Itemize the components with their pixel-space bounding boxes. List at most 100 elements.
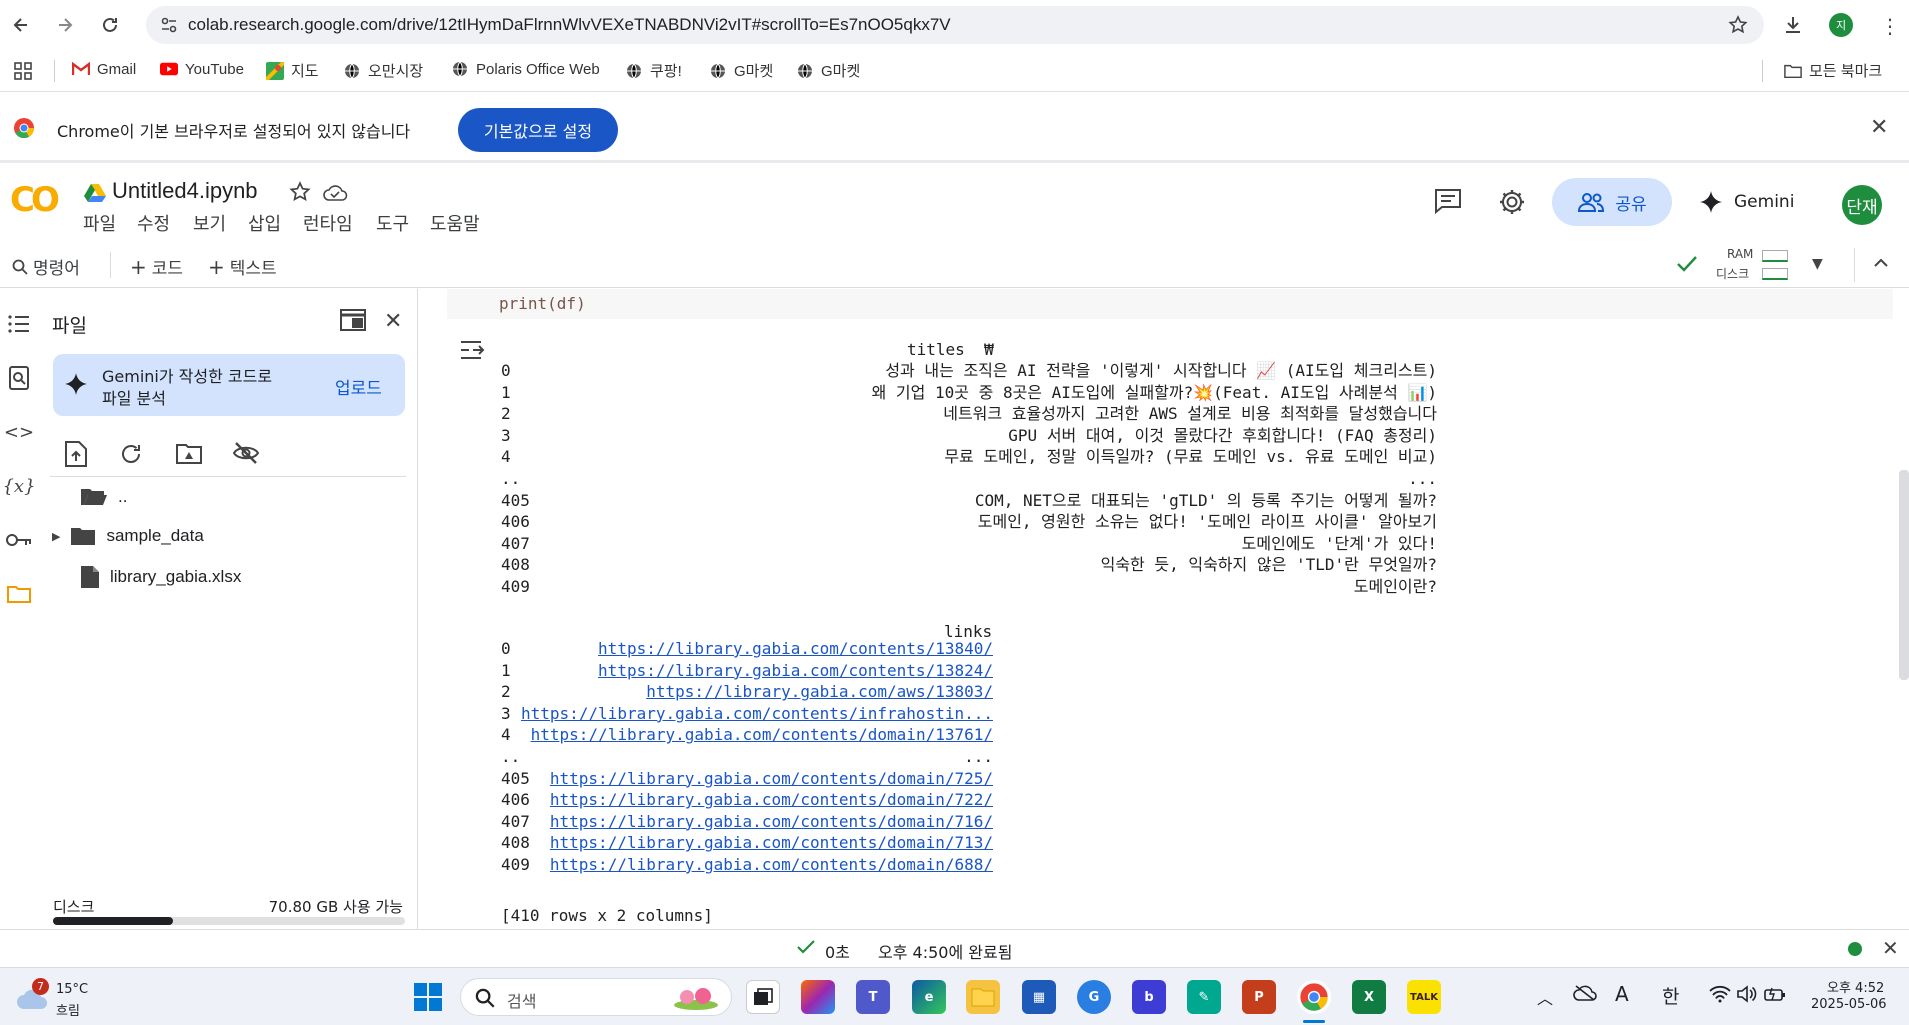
add-text-button[interactable]: + 텍스트	[208, 254, 277, 280]
output-link[interactable]: https://library.gabia.com/contents/domai…	[531, 724, 993, 746]
tray-chevron-icon[interactable]: ︿	[1537, 985, 1553, 1009]
find-icon[interactable]	[6, 365, 32, 391]
command-palette-button[interactable]: 명령어	[12, 254, 80, 279]
resource-monitor[interactable]: RAM 디스크	[1712, 246, 1802, 284]
secrets-key-icon[interactable]	[6, 527, 32, 553]
menu-view[interactable]: 보기	[193, 210, 226, 236]
notebook-title[interactable]: Untitled4.ipynb	[112, 178, 258, 204]
add-code-button[interactable]: + 코드	[130, 254, 183, 280]
download-icon[interactable]	[1782, 14, 1804, 36]
expand-arrow-icon[interactable]: ▶	[52, 530, 60, 543]
close-panel-icon[interactable]: ✕	[384, 309, 402, 334]
upload-file-icon[interactable]	[64, 441, 88, 467]
bookmark-maps[interactable]: 지도	[266, 60, 319, 81]
gemini-analyze-card[interactable]: Gemini가 작성한 코드로 파일 분석 업로드	[53, 354, 405, 416]
back-icon[interactable]	[6, 10, 36, 40]
taskbar-search-box[interactable]: 검색	[460, 978, 732, 1016]
code-cell[interactable]: print(df)	[447, 289, 1893, 319]
output-link[interactable]: https://library.gabia.com/contents/domai…	[550, 789, 993, 811]
file-explorer-icon[interactable]	[966, 980, 1000, 1014]
colab-logo[interactable]: CO	[10, 180, 60, 220]
output-menu-icon[interactable]	[459, 339, 485, 361]
output-link[interactable]: https://library.gabia.com/aws/13803/	[646, 681, 993, 703]
gemini-button[interactable]: Gemini	[1700, 178, 1820, 226]
ime-mode-a[interactable]: A	[1615, 982, 1629, 1006]
notebook-main[interactable]: print(df) titles ₩ 0 성과 내는 조직은 AI 전략을 '이렇…	[419, 289, 1909, 929]
forward-icon[interactable]	[50, 10, 80, 40]
upload-link[interactable]: 업로드	[335, 374, 382, 399]
set-default-button[interactable]: 기본값으로 설정	[458, 108, 618, 152]
wifi-icon[interactable]	[1709, 985, 1731, 1003]
notebook-scrollbar[interactable]	[1899, 470, 1909, 680]
teams-icon[interactable]: T	[856, 980, 890, 1014]
ime-mode-han[interactable]: 한	[1662, 982, 1679, 1009]
code-snippets-icon[interactable]: <>	[4, 419, 34, 445]
bookmark-polaris[interactable]: Polaris Office Web	[451, 60, 600, 78]
tree-item-parent[interactable]: ..	[80, 487, 127, 507]
kakaotalk-icon[interactable]: TALK	[1407, 980, 1441, 1014]
star-icon[interactable]	[289, 181, 311, 203]
bookmark-gmarket[interactable]: G마켓	[709, 60, 773, 81]
refresh-icon[interactable]	[119, 442, 143, 466]
bookmark-site[interactable]: 오만시장	[343, 60, 423, 81]
windows-start-icon[interactable]	[413, 982, 443, 1012]
bookmark-star-icon[interactable]	[1728, 15, 1748, 35]
volume-icon[interactable]	[1737, 985, 1757, 1003]
task-view-icon[interactable]	[746, 980, 780, 1014]
site-info-icon[interactable]	[160, 16, 178, 34]
runtime-dropdown-icon[interactable]: ▼	[1812, 256, 1823, 272]
bookmark-youtube[interactable]: YouTube	[160, 60, 244, 78]
output-link[interactable]: https://library.gabia.com/contents/domai…	[550, 832, 993, 854]
close-status-icon[interactable]: ✕	[1882, 936, 1899, 960]
menu-file[interactable]: 파일	[83, 210, 116, 236]
table-of-contents-icon[interactable]	[6, 311, 32, 337]
copilot-icon[interactable]	[801, 980, 835, 1014]
menu-insert[interactable]: 삽입	[248, 210, 281, 236]
menu-help[interactable]: 도움말	[430, 210, 480, 236]
output-link[interactable]: https://library.gabia.com/contents/domai…	[550, 768, 993, 790]
app-feather-icon[interactable]: ✎	[1187, 980, 1221, 1014]
bookmark-gmarket-2[interactable]: G마켓	[796, 60, 860, 81]
output-link[interactable]: https://library.gabia.com/contents/13824…	[598, 660, 993, 682]
ms-store-icon[interactable]: ▦	[1022, 980, 1056, 1014]
onedrive-icon[interactable]	[1573, 984, 1597, 1002]
bookmark-gmail[interactable]: Gmail	[72, 60, 136, 78]
menu-runtime[interactable]: 런타임	[303, 210, 353, 236]
connected-check-icon[interactable]	[1676, 254, 1698, 274]
variables-icon[interactable]: {x}	[2, 473, 35, 499]
user-avatar[interactable]: 단재	[1842, 185, 1882, 225]
collapse-header-icon[interactable]	[1872, 254, 1890, 272]
clock-time[interactable]: 오후 4:52	[1827, 977, 1884, 996]
clock-date[interactable]: 2025-05-06	[1811, 997, 1887, 1012]
settings-gear-icon[interactable]	[1498, 188, 1526, 216]
tree-item-sample-data[interactable]: ▶ sample_data	[52, 526, 204, 546]
bookmark-coupang[interactable]: 쿠팡!	[625, 60, 682, 81]
hide-files-eye-icon[interactable]	[232, 441, 260, 465]
app-blue-icon[interactable]: G	[1077, 980, 1111, 1014]
edge-icon[interactable]: e	[912, 980, 946, 1014]
browser-menu-icon[interactable]: ⋮	[1880, 14, 1900, 38]
close-infobar-icon[interactable]: ✕	[1870, 115, 1888, 140]
address-bar[interactable]: colab.research.google.com/drive/12tIHymD…	[146, 6, 1764, 44]
tree-item-library-gabia[interactable]: library_gabia.xlsx	[80, 565, 241, 589]
chrome-taskbar-icon[interactable]	[1297, 980, 1331, 1014]
comments-icon[interactable]	[1434, 188, 1462, 214]
output-link[interactable]: https://library.gabia.com/contents/domai…	[550, 854, 993, 876]
apps-grid-icon[interactable]	[14, 62, 32, 80]
excel-icon[interactable]: X	[1352, 980, 1386, 1014]
share-button[interactable]: 공유	[1552, 178, 1672, 226]
all-bookmarks[interactable]: 모든 북마크	[1784, 60, 1882, 81]
output-link[interactable]: https://library.gabia.com/contents/infra…	[521, 703, 993, 725]
powerpoint-icon[interactable]: P	[1242, 980, 1276, 1014]
open-in-tab-icon[interactable]	[340, 309, 366, 331]
output-link[interactable]: https://library.gabia.com/contents/domai…	[550, 811, 993, 833]
mount-drive-icon[interactable]	[176, 442, 202, 464]
reload-icon[interactable]	[95, 10, 125, 40]
weather-widget[interactable]: 7 15°C 흐림	[16, 978, 116, 1019]
menu-tools[interactable]: 도구	[376, 210, 409, 236]
app-b-icon[interactable]: b	[1132, 980, 1166, 1014]
files-folder-icon[interactable]	[6, 581, 32, 607]
battery-icon[interactable]	[1764, 985, 1786, 1003]
output-link[interactable]: https://library.gabia.com/contents/13840…	[598, 638, 993, 660]
menu-edit[interactable]: 수정	[137, 210, 170, 236]
